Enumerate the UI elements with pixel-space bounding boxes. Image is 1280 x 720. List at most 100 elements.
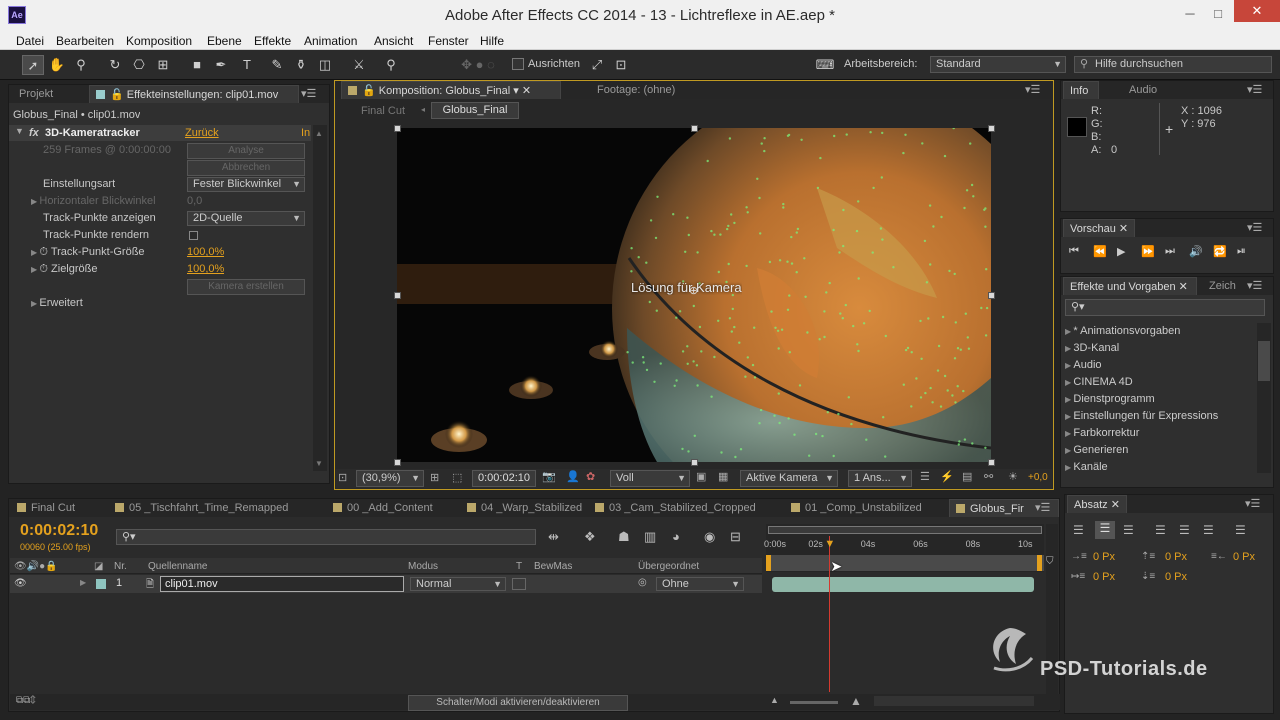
effects-category-item[interactable]: ▶ 3D-Kanal [1065,340,1253,357]
menu-bearbeiten[interactable]: Bearbeiten [56,34,114,48]
region-of-interest-icon[interactable]: ▣ [696,470,706,483]
panel-menu-icon[interactable]: ▾☰ [1247,221,1262,234]
justify-right-icon[interactable]: ☰ [1203,523,1214,537]
layer-handle-bl[interactable] [394,459,401,466]
show-snapshot-icon[interactable]: 👤 [566,470,580,483]
frame-blending-icon[interactable]: ▥ [644,529,656,545]
timeline-zoom-slider[interactable] [790,701,838,704]
work-area-bar[interactable] [768,526,1042,534]
fx-toggle[interactable]: fx [29,127,39,139]
menu-effekte[interactable]: Effekte [254,34,291,48]
indent-left-value[interactable]: 0 Px [1093,551,1115,563]
expand-triangle-icon[interactable]: ▼ [15,126,24,136]
reset-link[interactable]: Zurück [185,127,219,139]
menu-datei[interactable]: Datei [16,34,44,48]
snap-grid-icon[interactable]: ⊡ [610,55,632,75]
pen-tool-icon[interactable]: ✒ [210,55,232,75]
menu-fenster[interactable]: Fenster [428,34,469,48]
layer-handle-br[interactable] [988,459,995,466]
draft-3d-icon[interactable]: ❖ [584,529,596,545]
effects-list-scrollbar[interactable] [1257,323,1271,473]
effects-category-item[interactable]: ▶ CINEMA 4D [1065,374,1253,391]
effect-controls-scrollbar[interactable]: ▲ ▼ [313,125,327,471]
composition-canvas[interactable]: Lösung für Kamera ⊕ [397,128,991,462]
menu-hilfe[interactable]: Hilfe [480,34,504,48]
menu-komposition[interactable]: Komposition [126,34,192,48]
layer-handle-tr[interactable] [988,125,995,132]
maximize-button[interactable]: □ [1203,4,1233,24]
layer-handle-tl[interactable] [394,125,401,132]
panel-menu-icon[interactable]: ▾☰ [1035,501,1050,514]
horizontal-fov-value[interactable]: 0,0 [187,193,202,210]
composition-mini-flowchart-icon[interactable]: ⇹ [548,529,559,545]
tab-character[interactable]: Zeich [1203,277,1243,295]
previous-frame-icon[interactable]: ⏪ [1093,245,1107,258]
tab-effects-presets[interactable]: Effekte und Vorgaben ✕ [1063,277,1197,295]
puppet-pin-tool-icon[interactable]: ⚲ [380,55,402,75]
motion-blur-icon[interactable]: ◕ [672,529,680,544]
parent-dropdown[interactable]: Ohne ▼ [656,577,744,591]
help-search-input[interactable]: ⚲ Hilfe durchsuchen [1074,56,1272,73]
layer-switches-toggle-icon[interactable]: ⧉⧉⇕ [16,695,36,706]
next-frame-icon[interactable]: ⏩ [1141,245,1155,258]
tab-audio[interactable]: Audio [1123,81,1167,99]
layer-label-color[interactable] [96,579,106,589]
clone-stamp-tool-icon[interactable]: ⚱ [290,55,312,75]
timeline-tab[interactable]: 03 _Cam_Stabilized_Cropped [589,499,779,517]
render-track-points-checkbox[interactable] [189,231,198,240]
snapshot-camera-icon[interactable]: 📷 [542,470,556,483]
play-icon[interactable]: ▶ [1117,245,1125,258]
track-point-size-value[interactable]: 100,0% [187,244,224,261]
menu-ebene[interactable]: Ebene [207,34,242,48]
reset-exposure-icon[interactable]: ☀ [1008,470,1018,483]
minimize-button[interactable]: ─ [1175,4,1205,24]
preserve-transparency-toggle[interactable] [512,578,526,590]
text-tool-icon[interactable]: T [236,55,258,75]
work-area-start-handle[interactable] [766,555,771,571]
indent-right-value[interactable]: 0 Px [1233,551,1255,563]
lock-icon[interactable]: 🔓 [362,85,376,97]
timeline-tab[interactable]: Final Cut [11,499,105,517]
comp-marker-bin-icon[interactable]: ⛉ [1046,556,1054,567]
toggle-switches-modes-button[interactable]: Schalter/Modi aktivieren/deaktivieren [408,695,628,711]
stopwatch-icon[interactable]: ⏱ [39,263,48,275]
pick-whip-icon[interactable]: ◎ [638,577,647,588]
effects-category-item[interactable]: ▶ Audio [1065,357,1253,374]
show-track-points-dropdown[interactable]: 2D-Quelle ▼ [187,211,305,226]
target-size-value[interactable]: 100,0% [187,261,224,278]
timeline-icon[interactable]: ▤ [962,470,972,483]
layer-handle-mr[interactable] [988,292,995,299]
effects-category-item[interactable]: ▶ Farbkorrektur [1065,425,1253,442]
workspace-switch-icon[interactable]: ⌨ [812,55,838,75]
snap-expand-icon[interactable]: ⤢ [586,55,608,75]
loop-icon[interactable]: 🔁 [1213,245,1227,258]
selection-tool-icon[interactable]: ➚ [22,55,44,75]
flowchart-icon[interactable]: ⚯ [984,470,993,483]
first-frame-icon[interactable]: ⏮ [1069,245,1079,258]
effects-search-input[interactable]: ⚲▾ [1065,299,1265,316]
crumb-final-cut[interactable]: Final Cut [361,105,405,117]
menu-ansicht[interactable]: Ansicht [374,34,413,48]
column-source-name[interactable]: Quellenname [148,560,207,574]
eraser-tool-icon[interactable]: ◫ [314,55,336,75]
tab-paragraph[interactable]: Absatz ✕ [1067,495,1127,513]
layer-handle-bm[interactable] [691,459,698,466]
transparency-grid-icon[interactable]: ▦ [718,470,728,483]
mask-visibility-icon[interactable]: ⬚ [452,471,462,484]
align-checkbox[interactable] [512,58,524,70]
grid-overlay-icon[interactable]: ⊞ [430,471,439,484]
toggle-pixel-aspect-icon[interactable]: ☰ [920,470,930,483]
brush-tool-icon[interactable]: ✎ [266,55,288,75]
work-area-end-handle[interactable] [1037,555,1042,571]
rectangle-tool-icon[interactable]: ■ [186,55,208,75]
cancel-button[interactable]: Abbrechen [187,160,305,176]
fast-previews-icon[interactable]: ⚡ [940,470,954,483]
zoom-tool-icon[interactable]: ⚲ [70,55,92,75]
shy-layers-icon[interactable]: ☗ [618,529,630,545]
tab-preview[interactable]: Vorschau ✕ [1063,219,1135,237]
timeline-tab[interactable]: 01 _Comp_Unstabilized [785,499,943,517]
timeline-search-input[interactable]: ⚲▾ [116,529,536,545]
pan-behind-tool-icon[interactable]: ⊞ [152,55,174,75]
last-frame-icon[interactable]: ⏭ [1165,245,1175,258]
align-left-icon[interactable]: ☰ [1073,523,1084,537]
